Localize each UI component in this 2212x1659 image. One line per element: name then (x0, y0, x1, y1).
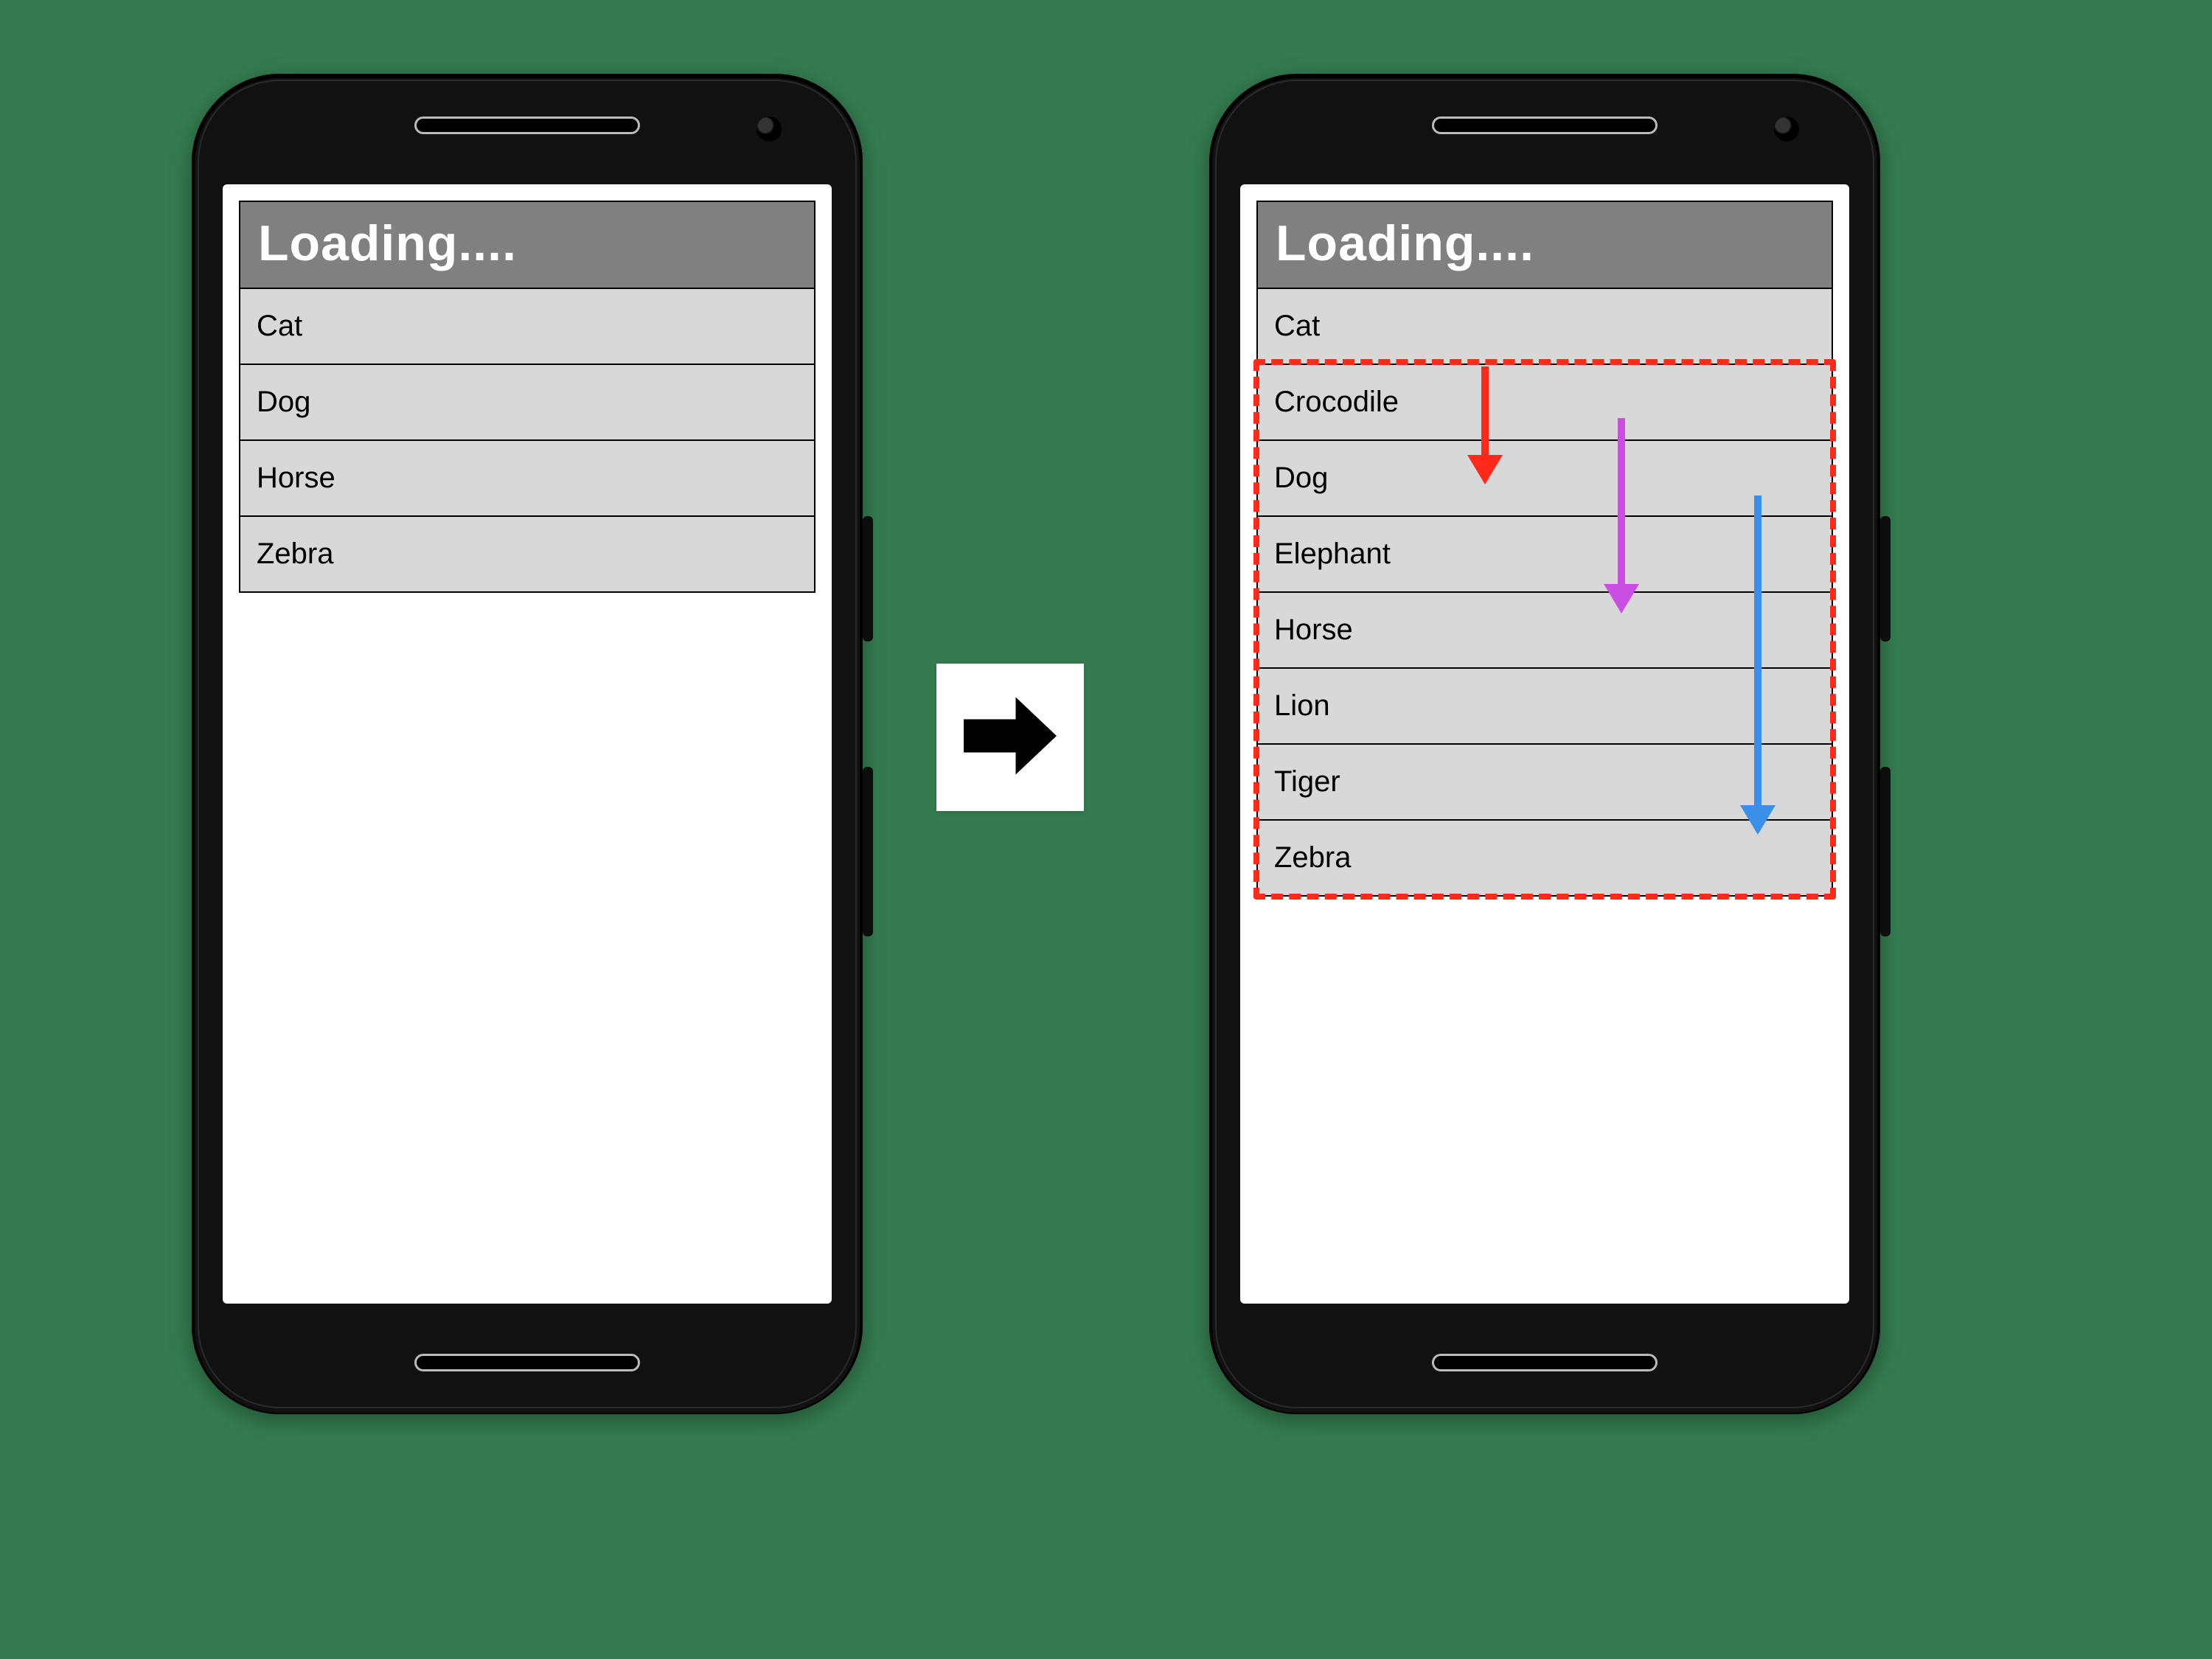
phone-speaker-bottom-icon (1432, 1354, 1658, 1371)
app-title: Loading.... (1256, 201, 1833, 289)
list-item[interactable]: Zebra (240, 515, 814, 591)
app-title: Loading.... (239, 201, 815, 289)
list-item[interactable]: Zebra (1258, 819, 1832, 895)
list-item[interactable]: Lion (1258, 667, 1832, 743)
phone-side-button (863, 516, 873, 641)
phone-side-button (1880, 516, 1891, 641)
list-item[interactable]: Cat (240, 289, 814, 364)
list-item[interactable]: Dog (240, 364, 814, 439)
list-item[interactable]: Cat (1258, 289, 1832, 364)
phone-screen: Loading.... CatDogHorseZebra (223, 184, 832, 1304)
phone-camera-icon (1774, 116, 1799, 142)
phone-side-button (863, 767, 873, 936)
arrow-right-icon (955, 681, 1065, 795)
transition-panel (936, 664, 1084, 811)
list-item[interactable]: Horse (1258, 591, 1832, 667)
list[interactable]: CatDogHorseZebra (239, 289, 815, 593)
phone-camera-icon (757, 116, 782, 142)
list-item[interactable]: Dog (1258, 439, 1832, 515)
phone-speaker-bottom-icon (414, 1354, 640, 1371)
phone-speaker-top-icon (1432, 116, 1658, 134)
list-item[interactable]: Tiger (1258, 743, 1832, 819)
phone-screen: Loading.... CatCrocodileDogElephantHorse… (1240, 184, 1849, 1304)
phone-speaker-top-icon (414, 116, 640, 134)
phone-side-button (1880, 767, 1891, 936)
list-item[interactable]: Crocodile (1258, 364, 1832, 439)
phone-device-after: Loading.... CatCrocodileDogElephantHorse… (1209, 74, 1880, 1414)
list-item[interactable]: Horse (240, 439, 814, 515)
list[interactable]: CatCrocodileDogElephantHorseLionTigerZeb… (1256, 289, 1833, 897)
phone-device-before: Loading.... CatDogHorseZebra (192, 74, 863, 1414)
list-item[interactable]: Elephant (1258, 515, 1832, 591)
